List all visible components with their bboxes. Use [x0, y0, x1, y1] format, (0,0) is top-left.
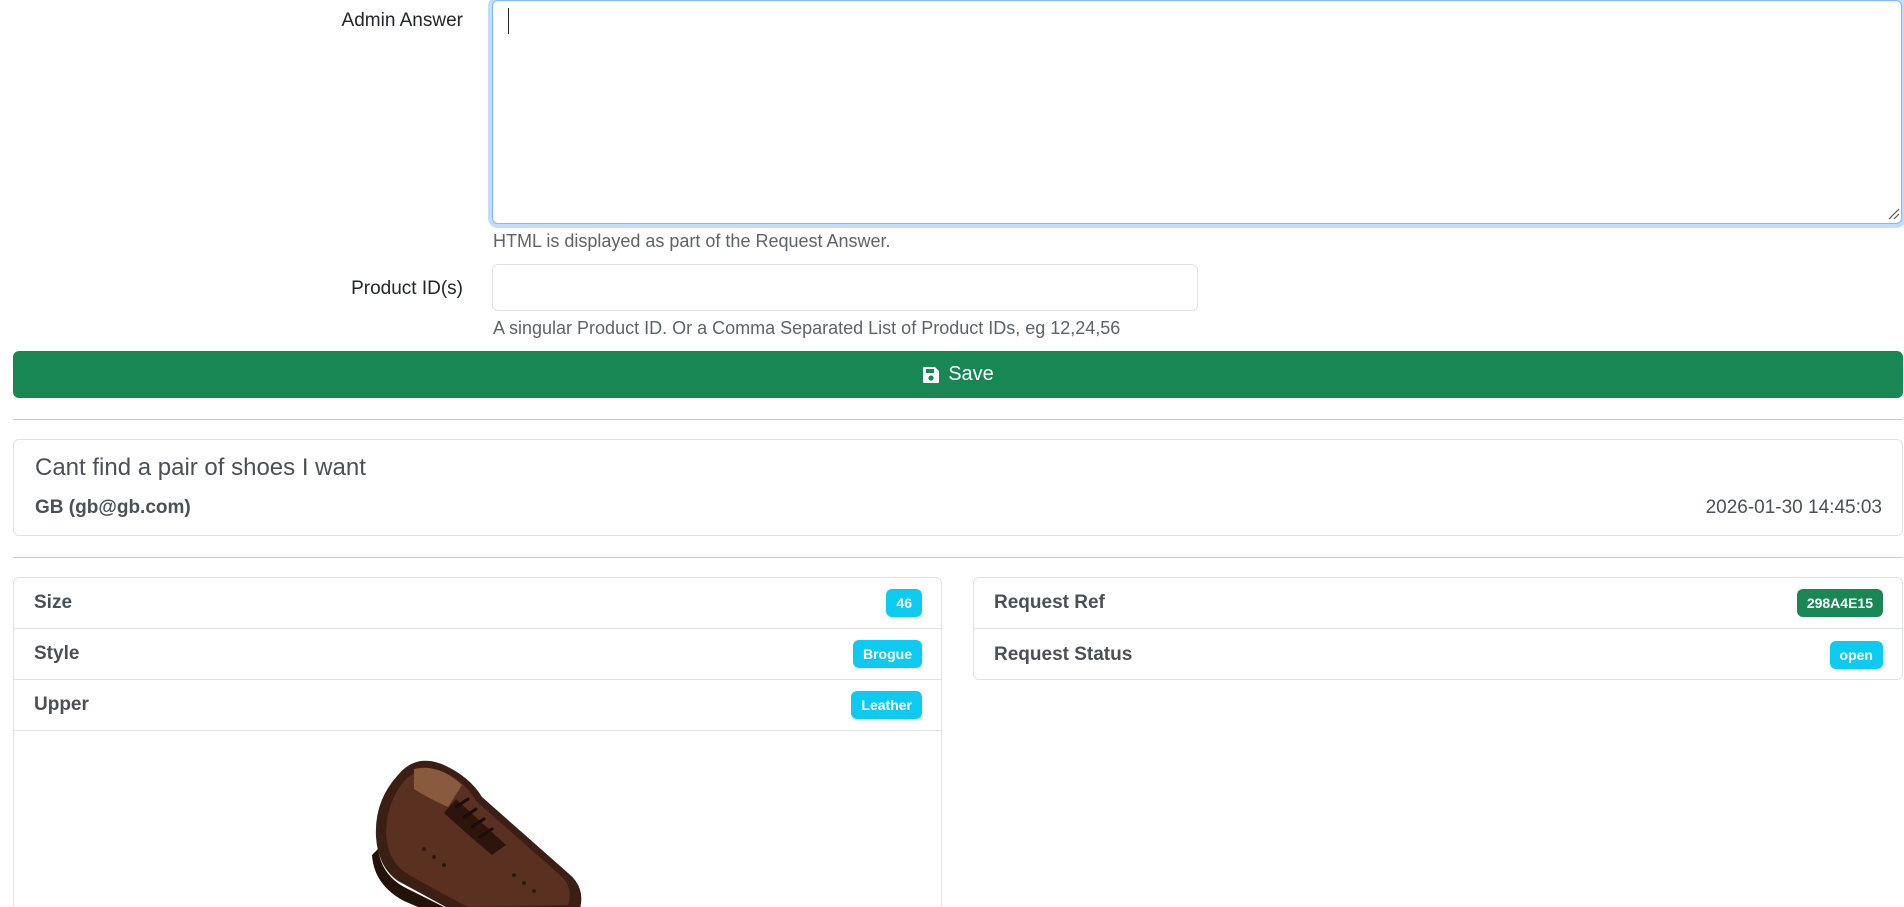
request-attributes-list: Size 46 Style Brogue Upper Leather: [13, 577, 942, 907]
save-button-label: Save: [948, 363, 994, 385]
list-item-size: Size 46: [14, 578, 941, 629]
request-status-badge: open: [1829, 640, 1883, 669]
floppy-disk-icon: [923, 366, 940, 383]
request-status-label: Request Status: [994, 643, 1133, 665]
text-caret: [508, 8, 509, 34]
save-button[interactable]: Save: [13, 351, 1903, 398]
request-meta-list: Request Ref 298A4E15 Request Status open: [973, 577, 1903, 680]
request-date: 2026-01-30 14:45:03: [1705, 497, 1882, 518]
admin-answer-help: HTML is displayed as part of the Request…: [493, 231, 891, 251]
admin-answer-textarea[interactable]: [492, 0, 1902, 224]
request-user: GB (gb@gb.com): [35, 497, 191, 518]
list-item-style: Style Brogue: [14, 629, 941, 680]
list-item-request-status: Request Status open: [974, 629, 1902, 679]
list-item-upper: Upper Leather: [14, 680, 941, 731]
product-ids-label: Product ID(s): [351, 278, 463, 299]
product-ids-input[interactable]: [492, 264, 1198, 311]
size-badge: 46: [886, 589, 922, 617]
section-divider: [13, 419, 1903, 420]
upper-badge: Leather: [851, 691, 922, 719]
request-title: Cant find a pair of shoes I want: [35, 454, 366, 481]
product-ids-help: A singular Product ID. Or a Comma Separa…: [493, 318, 1121, 338]
section-divider: [13, 557, 1903, 558]
admin-answer-label: Admin Answer: [341, 10, 463, 31]
request-card: Cant find a pair of shoes I want GB (gb@…: [13, 439, 1903, 536]
product-image-area: [14, 731, 941, 907]
resize-grip-icon[interactable]: [1886, 206, 1900, 220]
list-item-request-ref: Request Ref 298A4E15: [974, 578, 1902, 629]
request-ref-label: Request Ref: [994, 592, 1105, 613]
style-badge: Brogue: [853, 640, 922, 668]
size-label: Size: [34, 592, 73, 613]
style-label: Style: [34, 643, 80, 664]
admin-request-page: Admin Answer HTML is displayed as part o…: [0, 0, 1904, 907]
brogue-shoe-image: [372, 760, 582, 907]
upper-label: Upper: [34, 694, 89, 715]
request-ref-badge: 298A4E15: [1796, 589, 1883, 617]
